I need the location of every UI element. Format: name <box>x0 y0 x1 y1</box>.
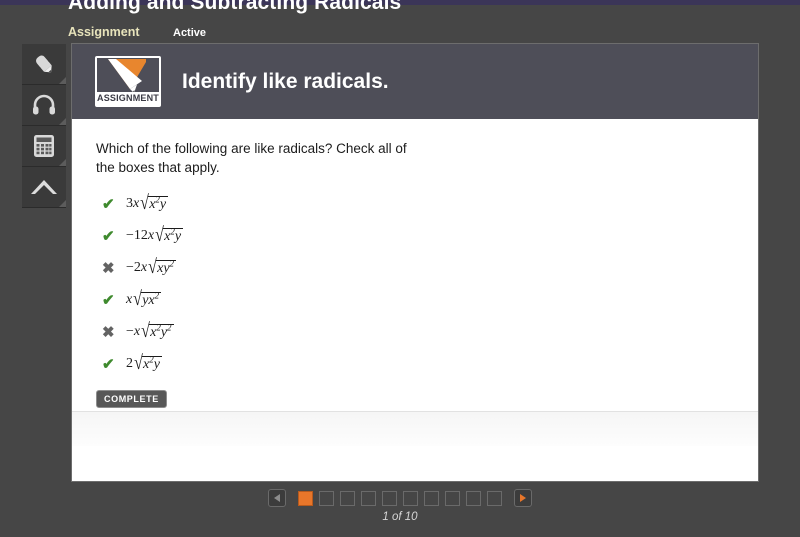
answer-option[interactable]: ✔ x √ yx2 <box>96 284 758 316</box>
page-box-7[interactable] <box>424 490 439 506</box>
chevron-right-icon <box>520 494 526 502</box>
assignment-badge-icon: ASSIGNMENT <box>95 56 161 107</box>
answer-expression: −2x √ xy2 <box>126 256 177 278</box>
prev-page-button[interactable] <box>268 489 286 507</box>
page-box-4[interactable] <box>361 490 376 506</box>
answer-option[interactable]: ✖ −2x √ xy2 <box>96 252 758 284</box>
assignment-type-label: Assignment <box>68 25 140 39</box>
tool-rail <box>22 44 66 208</box>
cross-icon: ✖ <box>102 323 115 341</box>
question-prompt: Which of the following are like radicals… <box>96 141 407 175</box>
annotate-tool-button[interactable] <box>22 44 66 85</box>
answer-option[interactable]: ✖ −x √ x2y2 <box>96 316 758 348</box>
calculator-tool-button[interactable] <box>22 126 66 167</box>
check-icon: ✔ <box>102 195 115 213</box>
assignment-card: ASSIGNMENT Identify like radicals. Which… <box>72 44 758 481</box>
answer-expression: 3x √ x2y <box>126 192 169 214</box>
answer-expression: x √ yx2 <box>126 288 162 310</box>
answer-expression: 2 √ x2y <box>126 352 162 374</box>
pager-strip <box>268 489 532 507</box>
card-body: Which of the following are like radicals… <box>72 119 758 446</box>
answer-option[interactable]: ✔ −12x √ x2y <box>96 220 758 252</box>
pagination: 1 of 10 <box>0 489 800 523</box>
page-box-6[interactable] <box>403 490 418 506</box>
complete-badge: COMPLETE <box>96 390 167 408</box>
calculator-icon <box>33 134 55 158</box>
page-box-2[interactable] <box>319 490 334 506</box>
cross-icon: ✖ <box>102 259 115 277</box>
card-footer <box>72 411 758 446</box>
page-title: Adding and Subtracting Radicals <box>68 0 402 14</box>
collapse-tool-button[interactable] <box>22 167 66 208</box>
headphones-icon <box>31 93 57 117</box>
page-box-5[interactable] <box>382 490 397 506</box>
answer-expression: −12x √ x2y <box>126 224 184 246</box>
answer-options-list: ✔ 3x √ x2y ✔ −12x √ x2y ✖ −2x √ xy2 ✔ x √ yx2 ✖ … <box>96 188 758 380</box>
card-header: ASSIGNMENT Identify like radicals. <box>72 44 758 119</box>
chevron-up-icon <box>29 176 59 198</box>
page-box-8[interactable] <box>445 490 460 506</box>
answer-expression: −x √ x2y2 <box>126 320 174 342</box>
check-icon: ✔ <box>102 355 115 373</box>
page-box-10[interactable] <box>487 490 502 506</box>
audio-tool-button[interactable] <box>22 85 66 126</box>
answer-option[interactable]: ✔ 3x √ x2y <box>96 188 758 220</box>
pencil-icon <box>31 51 57 77</box>
page-box-1[interactable] <box>298 490 313 506</box>
page-header: Adding and Subtracting Radicals Assignme… <box>0 0 800 44</box>
answer-option[interactable]: ✔ 2 √ x2y <box>96 348 758 380</box>
page-box-3[interactable] <box>340 490 355 506</box>
chevron-left-icon <box>274 494 280 502</box>
check-icon: ✔ <box>102 291 115 309</box>
header-meta: Assignment Active <box>68 23 206 41</box>
card-title: Identify like radicals. <box>182 69 389 93</box>
next-page-button[interactable] <box>514 489 532 507</box>
status-badge: Active <box>173 27 207 39</box>
page-box-9[interactable] <box>466 490 481 506</box>
check-icon: ✔ <box>102 227 115 245</box>
assignment-badge-label: ASSIGNMENT <box>97 92 160 105</box>
page-counter: 1 of 10 <box>382 511 418 523</box>
